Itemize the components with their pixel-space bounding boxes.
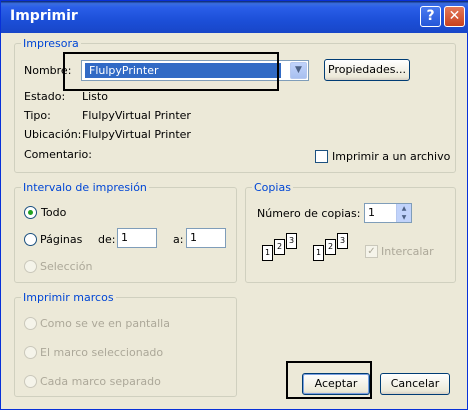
spin-down-icon[interactable]: ▼ (397, 213, 411, 222)
frames-selected-label[interactable]: El marco seleccionado (40, 346, 163, 359)
ok-highlight-frame (286, 361, 372, 399)
type-label: Tipo: (24, 109, 51, 122)
copies-legend: Copias (254, 181, 291, 194)
frames-each-radio[interactable] (24, 375, 37, 388)
range-pages-label[interactable]: Páginas (40, 233, 82, 246)
copies-count-value: 1 (368, 206, 375, 219)
collate-page-3a: 3 (286, 233, 297, 249)
title-bar[interactable]: Imprimir ? ✕ (1, 1, 468, 33)
window-title: Imprimir (10, 8, 78, 24)
close-button[interactable]: ✕ (444, 6, 465, 27)
copies-spinner[interactable]: ▲ ▼ (396, 204, 411, 222)
collate-illustration: 3 2 1 3 2 1 (258, 233, 358, 273)
cancel-button[interactable]: Cancelar (380, 373, 450, 395)
range-pages-radio[interactable] (24, 233, 37, 246)
status-value: Listo (82, 90, 108, 103)
location-value: FlulpyVirtual Printer (82, 128, 191, 141)
frames-screen-label[interactable]: Como se ve en pantalla (40, 317, 170, 330)
spin-up-icon[interactable]: ▲ (397, 204, 411, 213)
help-button[interactable]: ? (420, 6, 441, 27)
range-all-label[interactable]: Todo (41, 206, 66, 219)
status-label: Estado: (24, 90, 66, 103)
name-highlight-frame (63, 52, 279, 91)
comment-label: Comentario: (24, 148, 92, 161)
copies-count-label: Número de copias: (257, 207, 361, 220)
range-from-input[interactable]: 1 (117, 228, 157, 248)
collate-label[interactable]: Intercalar (381, 245, 434, 258)
range-selection-radio[interactable] (24, 260, 37, 273)
frames-screen-radio[interactable] (24, 317, 37, 330)
range-to-label: a: (173, 233, 184, 246)
location-label: Ubicación: (24, 128, 82, 141)
printer-legend: Impresora (23, 37, 79, 50)
range-to-input[interactable]: 1 (186, 228, 226, 248)
range-all-radio[interactable] (24, 206, 37, 219)
chevron-down-icon[interactable]: ▼ (290, 62, 307, 79)
collate-checkbox[interactable]: ✓ (365, 245, 378, 258)
range-from-label: de: (98, 233, 116, 246)
print-dialog: Imprimir ? ✕ Impresora Nombre: FlulpyPri… (0, 0, 468, 410)
collate-page-3b: 3 (337, 233, 348, 249)
print-to-file-label[interactable]: Imprimir a un archivo (332, 150, 450, 163)
type-value: FlulpyVirtual Printer (82, 109, 191, 122)
copies-count-input[interactable]: 1 ▲ ▼ (364, 203, 412, 223)
collate-page-2a: 2 (274, 239, 285, 255)
collate-page-1b: 1 (313, 245, 324, 261)
frames-selected-radio[interactable] (24, 346, 37, 359)
collate-page-1a: 1 (262, 245, 273, 261)
collate-page-2b: 2 (325, 239, 336, 255)
range-selection-label[interactable]: Selección (40, 260, 92, 273)
frames-each-label[interactable]: Cada marco separado (40, 375, 161, 388)
properties-button[interactable]: Propiedades... (324, 59, 410, 81)
print-range-legend: Intervalo de impresión (23, 181, 147, 194)
frames-legend: Imprimir marcos (23, 291, 114, 304)
close-icon: ✕ (448, 8, 461, 24)
print-to-file-checkbox[interactable] (315, 150, 328, 163)
